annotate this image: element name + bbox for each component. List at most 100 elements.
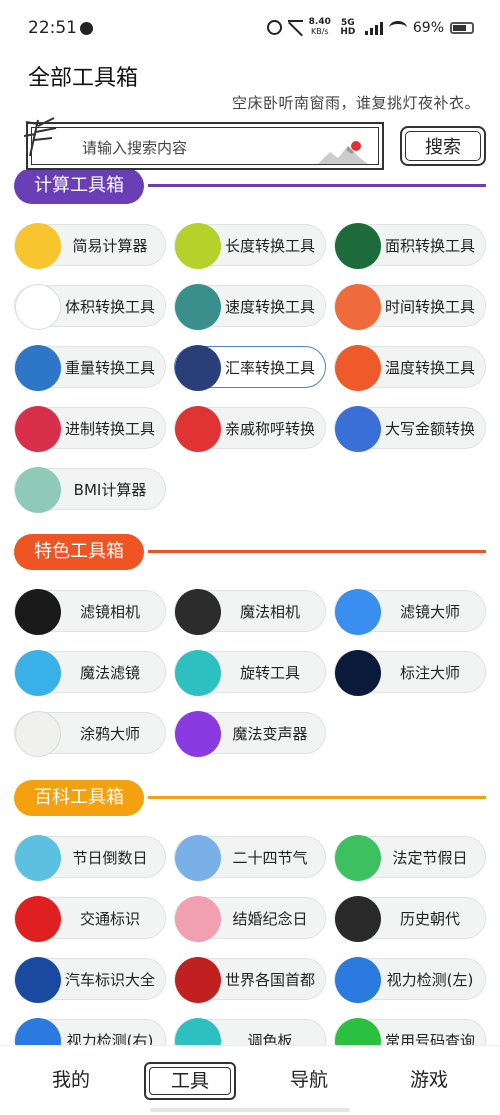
- microphone-icon: [175, 711, 221, 757]
- nav-tab-games[interactable]: 游戏: [384, 1060, 474, 1100]
- tool-label: 历史朝代: [399, 910, 460, 928]
- tool-label: 调色板: [247, 1032, 293, 1045]
- page-title: 全部工具箱: [28, 66, 139, 91]
- tool-item[interactable]: 魔法相机: [174, 589, 326, 635]
- section-title: 计算工具箱: [14, 170, 144, 204]
- convert-icon: [15, 406, 61, 452]
- tool-item[interactable]: 汇率转换工具: [174, 345, 326, 391]
- tool-label: 魔法变声器: [232, 725, 308, 743]
- tool-item[interactable]: 速度转换工具: [174, 284, 326, 330]
- search-input[interactable]: [82, 136, 322, 160]
- tool-label: 汇率转换工具: [224, 359, 315, 377]
- tool-label: 滤镜相机: [79, 603, 140, 621]
- tool-list[interactable]: 计算工具箱简易计算器 长度转换工具 面积转换工具体积转换工具 速度转换工具 时间转换工具…: [0, 170, 500, 1045]
- tool-label: 魔法滤镜: [79, 664, 140, 682]
- weight-icon: [15, 345, 61, 391]
- tool-item[interactable]: 法定节假日: [334, 835, 486, 881]
- truck-icon: [175, 284, 221, 330]
- tool-item[interactable]: 视力检测(右): [14, 1018, 166, 1045]
- section-divider: [148, 184, 486, 187]
- tool-item[interactable]: 时间转换工具: [334, 284, 486, 330]
- tool-label: 世界各国首都: [224, 971, 315, 989]
- tool-item[interactable]: 常用号码查询: [334, 1018, 486, 1045]
- rotate-icon: [175, 650, 221, 696]
- tool-label: 体积转换工具: [64, 298, 155, 316]
- tool-item[interactable]: 重量转换工具: [14, 345, 166, 391]
- tool-item[interactable]: 交通标识: [14, 896, 166, 942]
- ruler-icon: [175, 223, 221, 269]
- tool-label: 二十四节气: [232, 849, 308, 867]
- bottom-nav: 我的 工具 导航 游戏: [0, 1045, 500, 1115]
- tool-item[interactable]: 进制转换工具: [14, 406, 166, 452]
- tool-label: 常用号码查询: [384, 1032, 475, 1045]
- alarm-icon: [266, 20, 282, 35]
- tool-label: 面积转换工具: [384, 237, 475, 255]
- tool-item[interactable]: 汽车标识大全: [14, 957, 166, 1003]
- tool-item[interactable]: 历史朝代: [334, 896, 486, 942]
- nav-tab-tools[interactable]: 工具: [144, 1062, 236, 1100]
- home-indicator: [150, 1108, 350, 1112]
- search-box[interactable]: [24, 117, 384, 170]
- tool-label: 视力检测(左): [386, 971, 474, 989]
- tool-item[interactable]: 魔法滤镜: [14, 650, 166, 696]
- tool-item[interactable]: 二十四节气: [174, 835, 326, 881]
- mute-icon: [287, 20, 303, 35]
- temperature-icon: [335, 345, 381, 391]
- tool-item[interactable]: 视力检测(左): [334, 957, 486, 1003]
- battery-percent: 69%: [412, 19, 444, 36]
- tool-item[interactable]: 温度转换工具: [334, 345, 486, 391]
- tool-item[interactable]: BMI计算器: [14, 467, 166, 513]
- color-board-icon: [175, 1018, 221, 1045]
- radar-icon: [335, 223, 381, 269]
- filter-icon: [335, 589, 381, 635]
- tool-item[interactable]: 调色板: [174, 1018, 326, 1045]
- nav-tab-navigation[interactable]: 导航: [264, 1060, 354, 1100]
- camera-icon: [175, 589, 221, 635]
- tool-item[interactable]: 滤镜大师: [334, 589, 486, 635]
- section-title: 特色工具箱: [14, 534, 144, 570]
- tool-label: 时间转换工具: [384, 298, 475, 316]
- status-icons: 8.40 KB/s 5G HD 69%: [266, 18, 474, 37]
- clock-icon: [335, 284, 381, 330]
- tool-label: 法定节假日: [392, 849, 468, 867]
- tool-item[interactable]: 亲戚称呼转换: [174, 406, 326, 452]
- tool-label: 长度转换工具: [224, 237, 315, 255]
- box-icon: [15, 284, 61, 330]
- season-icon: [175, 835, 221, 881]
- tool-item[interactable]: 节日倒数日: [14, 835, 166, 881]
- wifi-icon: [388, 20, 407, 35]
- tool-label: 温度转换工具: [384, 359, 475, 377]
- tool-label: 汽车标识大全: [64, 971, 155, 989]
- tool-item[interactable]: 涂鸦大师: [14, 711, 166, 757]
- battery-icon: [450, 21, 474, 34]
- tool-item[interactable]: 简易计算器: [14, 223, 166, 269]
- camera-lens-icon: [15, 589, 61, 635]
- tool-label: 魔法相机: [239, 603, 300, 621]
- eye-icon: [15, 1018, 61, 1045]
- person-icon: [175, 406, 221, 452]
- tool-label: 交通标识: [79, 910, 140, 928]
- yuan-icon: [335, 406, 381, 452]
- holiday-icon: [335, 835, 381, 881]
- tool-item[interactable]: 滤镜相机: [14, 589, 166, 635]
- mountain-icon: [318, 141, 368, 164]
- tool-label: 结婚纪念日: [232, 910, 308, 928]
- nav-tab-mine[interactable]: 我的: [26, 1060, 116, 1100]
- status-bar: 22:51 8.40 KB/s 5G HD 69%: [0, 0, 500, 58]
- tool-label: 节日倒数日: [72, 849, 148, 867]
- search-button[interactable]: 搜索: [400, 126, 486, 166]
- tool-item[interactable]: 世界各国首都: [174, 957, 326, 1003]
- tool-item[interactable]: 长度转换工具: [174, 223, 326, 269]
- tool-item[interactable]: 大写金额转换: [334, 406, 486, 452]
- tool-item[interactable]: 旋转工具: [174, 650, 326, 696]
- tool-item[interactable]: 面积转换工具: [334, 223, 486, 269]
- tool-item[interactable]: 结婚纪念日: [174, 896, 326, 942]
- tool-item[interactable]: 魔法变声器: [174, 711, 326, 757]
- tool-label: 涂鸦大师: [79, 725, 140, 743]
- section-title: 百科工具箱: [14, 780, 144, 816]
- tool-item[interactable]: 体积转换工具: [14, 284, 166, 330]
- tool-item[interactable]: 标注大师: [334, 650, 486, 696]
- status-time: 22:51: [28, 18, 77, 38]
- scale-icon: [15, 467, 61, 513]
- phone-icon: [335, 1018, 381, 1045]
